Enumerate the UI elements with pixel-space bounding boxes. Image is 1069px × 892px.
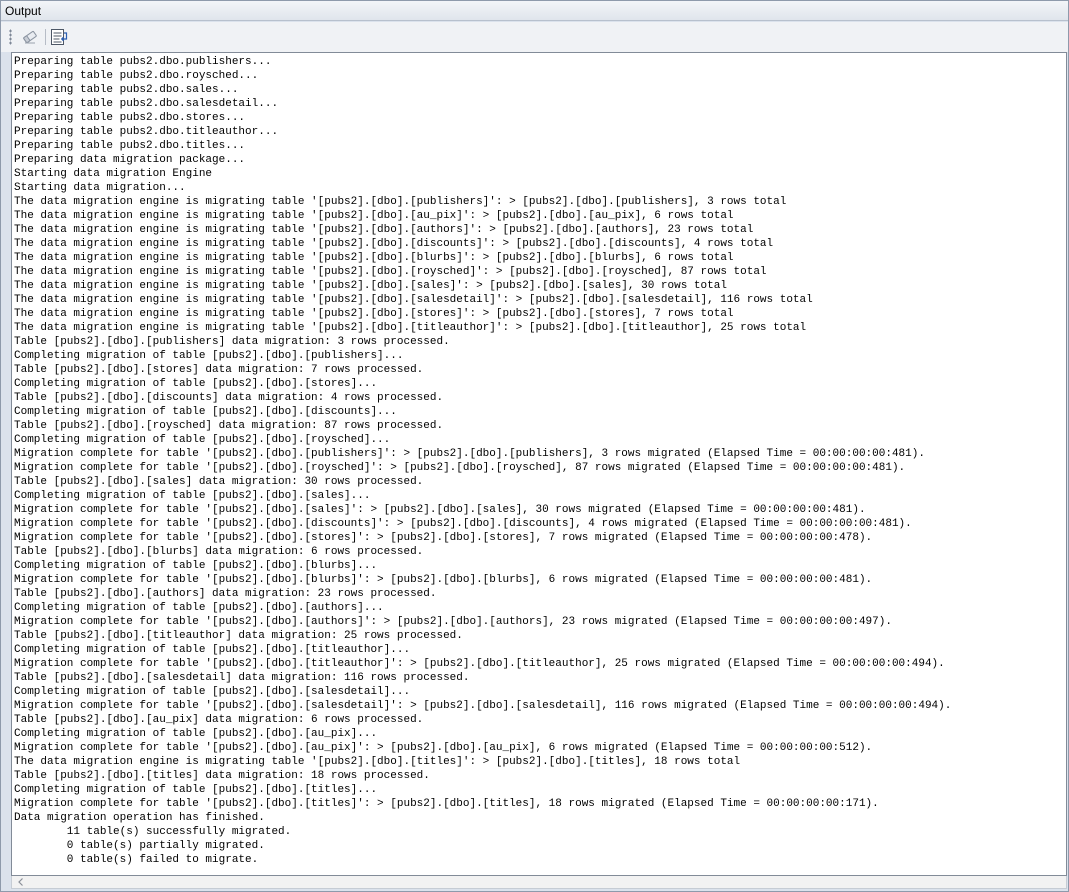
output-line: Table [pubs2].[dbo].[blurbs] data migrat… [14, 546, 424, 558]
toolbar-separator [45, 29, 46, 45]
output-line: Completing migration of table [pubs2].[d… [14, 560, 378, 572]
output-line: Preparing table pubs2.dbo.titles... [14, 140, 246, 152]
panel-title-bar: Output [1, 1, 1068, 21]
output-line: Migration complete for table '[pubs2].[d… [14, 532, 873, 544]
output-line: Preparing table pubs2.dbo.stores... [14, 112, 246, 124]
output-line: 0 table(s) partially migrated. [14, 840, 265, 852]
output-toolbar [1, 22, 1068, 52]
output-line: Preparing data migration package... [14, 154, 246, 166]
output-line: Migration complete for table '[pubs2].[d… [14, 700, 952, 712]
output-line: The data migration engine is migrating t… [14, 280, 727, 292]
output-line: The data migration engine is migrating t… [14, 252, 734, 264]
output-line: Migration complete for table '[pubs2].[d… [14, 658, 945, 670]
output-line: The data migration engine is migrating t… [14, 308, 734, 320]
output-line: Migration complete for table '[pubs2].[d… [14, 616, 892, 628]
output-line: Table [pubs2].[dbo].[roysched] data migr… [14, 420, 444, 432]
scroll-left-button[interactable] [16, 877, 26, 887]
output-line: Completing migration of table [pubs2].[d… [14, 350, 404, 362]
output-line: Preparing table pubs2.dbo.titleauthor... [14, 126, 279, 138]
eraser-icon [20, 27, 40, 47]
output-line: The data migration engine is migrating t… [14, 294, 813, 306]
output-line: Preparing table pubs2.dbo.publishers... [14, 56, 272, 68]
output-line: 0 table(s) failed to migrate. [14, 854, 259, 866]
output-line: Completing migration of table [pubs2].[d… [14, 378, 378, 390]
output-line: Completing migration of table [pubs2].[d… [14, 686, 411, 698]
output-text-area[interactable]: Preparing table pubs2.dbo.publishers... … [11, 52, 1067, 876]
output-line: Data migration operation has finished. [14, 812, 265, 824]
output-line: The data migration engine is migrating t… [14, 224, 754, 236]
output-line: The data migration engine is migrating t… [14, 756, 741, 768]
output-line: The data migration engine is migrating t… [14, 266, 767, 278]
output-line: Table [pubs2].[dbo].[titles] data migrat… [14, 770, 430, 782]
output-line: The data migration engine is migrating t… [14, 238, 774, 250]
output-line: Table [pubs2].[dbo].[titleauthor] data m… [14, 630, 463, 642]
output-line: Completing migration of table [pubs2].[d… [14, 406, 397, 418]
output-line: Table [pubs2].[dbo].[au_pix] data migrat… [14, 714, 424, 726]
output-line: Preparing table pubs2.dbo.sales... [14, 84, 239, 96]
output-line: Completing migration of table [pubs2].[d… [14, 784, 378, 796]
output-line: Completing migration of table [pubs2].[d… [14, 602, 384, 614]
output-line: Completing migration of table [pubs2].[d… [14, 490, 371, 502]
output-line: Starting data migration... [14, 182, 186, 194]
word-wrap-icon [49, 27, 69, 47]
output-panel: Output Preparing table pubs2.dbo.publish… [0, 0, 1069, 892]
clear-all-button[interactable] [20, 27, 40, 47]
horizontal-scrollbar[interactable] [11, 876, 1067, 889]
output-line: Migration complete for table '[pubs2].[d… [14, 462, 906, 474]
output-line: Preparing table pubs2.dbo.roysched... [14, 70, 259, 82]
output-line: Starting data migration Engine [14, 168, 213, 180]
output-line: Table [pubs2].[dbo].[discounts] data mig… [14, 392, 444, 404]
output-line: Table [pubs2].[dbo].[authors] data migra… [14, 588, 437, 600]
toolbar-grip[interactable] [9, 29, 12, 45]
output-line: The data migration engine is migrating t… [14, 210, 734, 222]
output-line: Migration complete for table '[pubs2].[d… [14, 448, 925, 460]
output-line: Table [pubs2].[dbo].[salesdetail] data m… [14, 672, 470, 684]
output-line: The data migration engine is migrating t… [14, 322, 807, 334]
output-line: Migration complete for table '[pubs2].[d… [14, 742, 873, 754]
chevron-left-icon [16, 877, 26, 887]
output-line: Completing migration of table [pubs2].[d… [14, 434, 391, 446]
output-line: The data migration engine is migrating t… [14, 196, 787, 208]
panel-title: Output [5, 4, 42, 18]
word-wrap-toggle-button[interactable] [49, 27, 69, 47]
output-line: Migration complete for table '[pubs2].[d… [14, 504, 866, 516]
output-line: Table [pubs2].[dbo].[sales] data migrati… [14, 476, 424, 488]
output-line: Table [pubs2].[dbo].[stores] data migrat… [14, 364, 424, 376]
output-line: Migration complete for table '[pubs2].[d… [14, 798, 879, 810]
output-line: Completing migration of table [pubs2].[d… [14, 644, 411, 656]
output-log: Preparing table pubs2.dbo.publishers... … [14, 55, 951, 867]
output-line: Migration complete for table '[pubs2].[d… [14, 574, 873, 586]
output-line: Migration complete for table '[pubs2].[d… [14, 518, 912, 530]
output-line: Table [pubs2].[dbo].[publishers] data mi… [14, 336, 450, 348]
output-line: Completing migration of table [pubs2].[d… [14, 728, 378, 740]
output-line: Preparing table pubs2.dbo.salesdetail... [14, 98, 279, 110]
output-line: 11 table(s) successfully migrated. [14, 826, 292, 838]
